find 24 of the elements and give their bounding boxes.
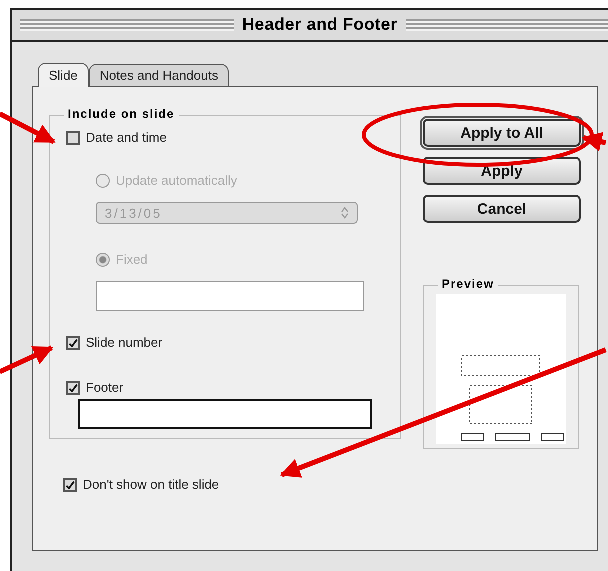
radio-label: Fixed xyxy=(116,252,148,267)
tab[interactable]: Notes and Handouts xyxy=(88,64,230,86)
annotation-arrow xyxy=(0,346,54,374)
checkbox-label: Date and time xyxy=(86,130,167,145)
push-button[interactable]: Cancel xyxy=(423,195,581,223)
checkbox-label: Don't show on title slide xyxy=(83,477,220,492)
checkbox-label: Footer xyxy=(86,380,124,395)
window-title: Header and Footer xyxy=(242,15,398,35)
checkbox[interactable] xyxy=(66,336,80,350)
radio-label: Update automatically xyxy=(116,173,238,188)
annotation-arrow xyxy=(0,112,56,144)
stepper-icon xyxy=(341,207,349,219)
radio-button[interactable] xyxy=(96,252,110,266)
checkbox-label: Slide number xyxy=(86,335,163,350)
checkbox[interactable] xyxy=(63,478,77,492)
input-field[interactable] xyxy=(78,399,372,429)
checkbox[interactable] xyxy=(66,130,80,144)
tab[interactable]: Slide xyxy=(38,63,89,87)
group-title: Include on slide xyxy=(64,107,179,121)
annotation-arrow xyxy=(582,132,607,152)
radio-button[interactable] xyxy=(96,174,110,188)
push-button[interactable]: Apply to All xyxy=(423,119,581,147)
group-title: Preview xyxy=(438,277,498,291)
checkbox[interactable] xyxy=(66,380,80,394)
